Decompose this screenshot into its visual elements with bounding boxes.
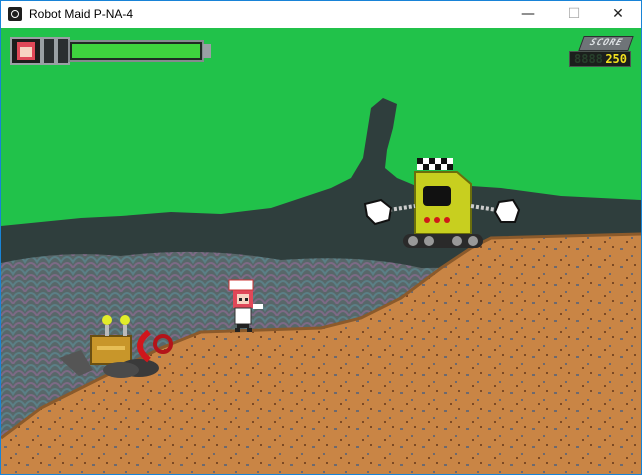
score-panel: SCORE 8888 250 — [569, 36, 634, 67]
minimize-button[interactable]: — — [505, 1, 551, 27]
health-hud — [10, 37, 211, 65]
title-bar[interactable]: Robot Maid P-NA-4 — ☐ ✕ — [1, 1, 641, 27]
score-display: 8888 250 — [569, 51, 631, 67]
maximize-button[interactable]: ☐ — [551, 1, 597, 27]
close-button[interactable]: ✕ — [595, 1, 641, 27]
window-title: Robot Maid P-NA-4 — [29, 7, 134, 21]
health-bar-fill — [72, 44, 200, 58]
boss-right-glove — [493, 198, 521, 223]
app-icon — [8, 7, 22, 21]
score-label: SCORE — [578, 36, 634, 51]
game-window: Robot Maid P-NA-4 — ☐ ✕ SCORE 8888 250 — [0, 0, 642, 475]
score-ghost-digits: 8888 — [574, 52, 603, 66]
game-canvas[interactable]: SCORE 8888 250 — [1, 28, 641, 474]
score-value: 250 — [605, 52, 627, 66]
